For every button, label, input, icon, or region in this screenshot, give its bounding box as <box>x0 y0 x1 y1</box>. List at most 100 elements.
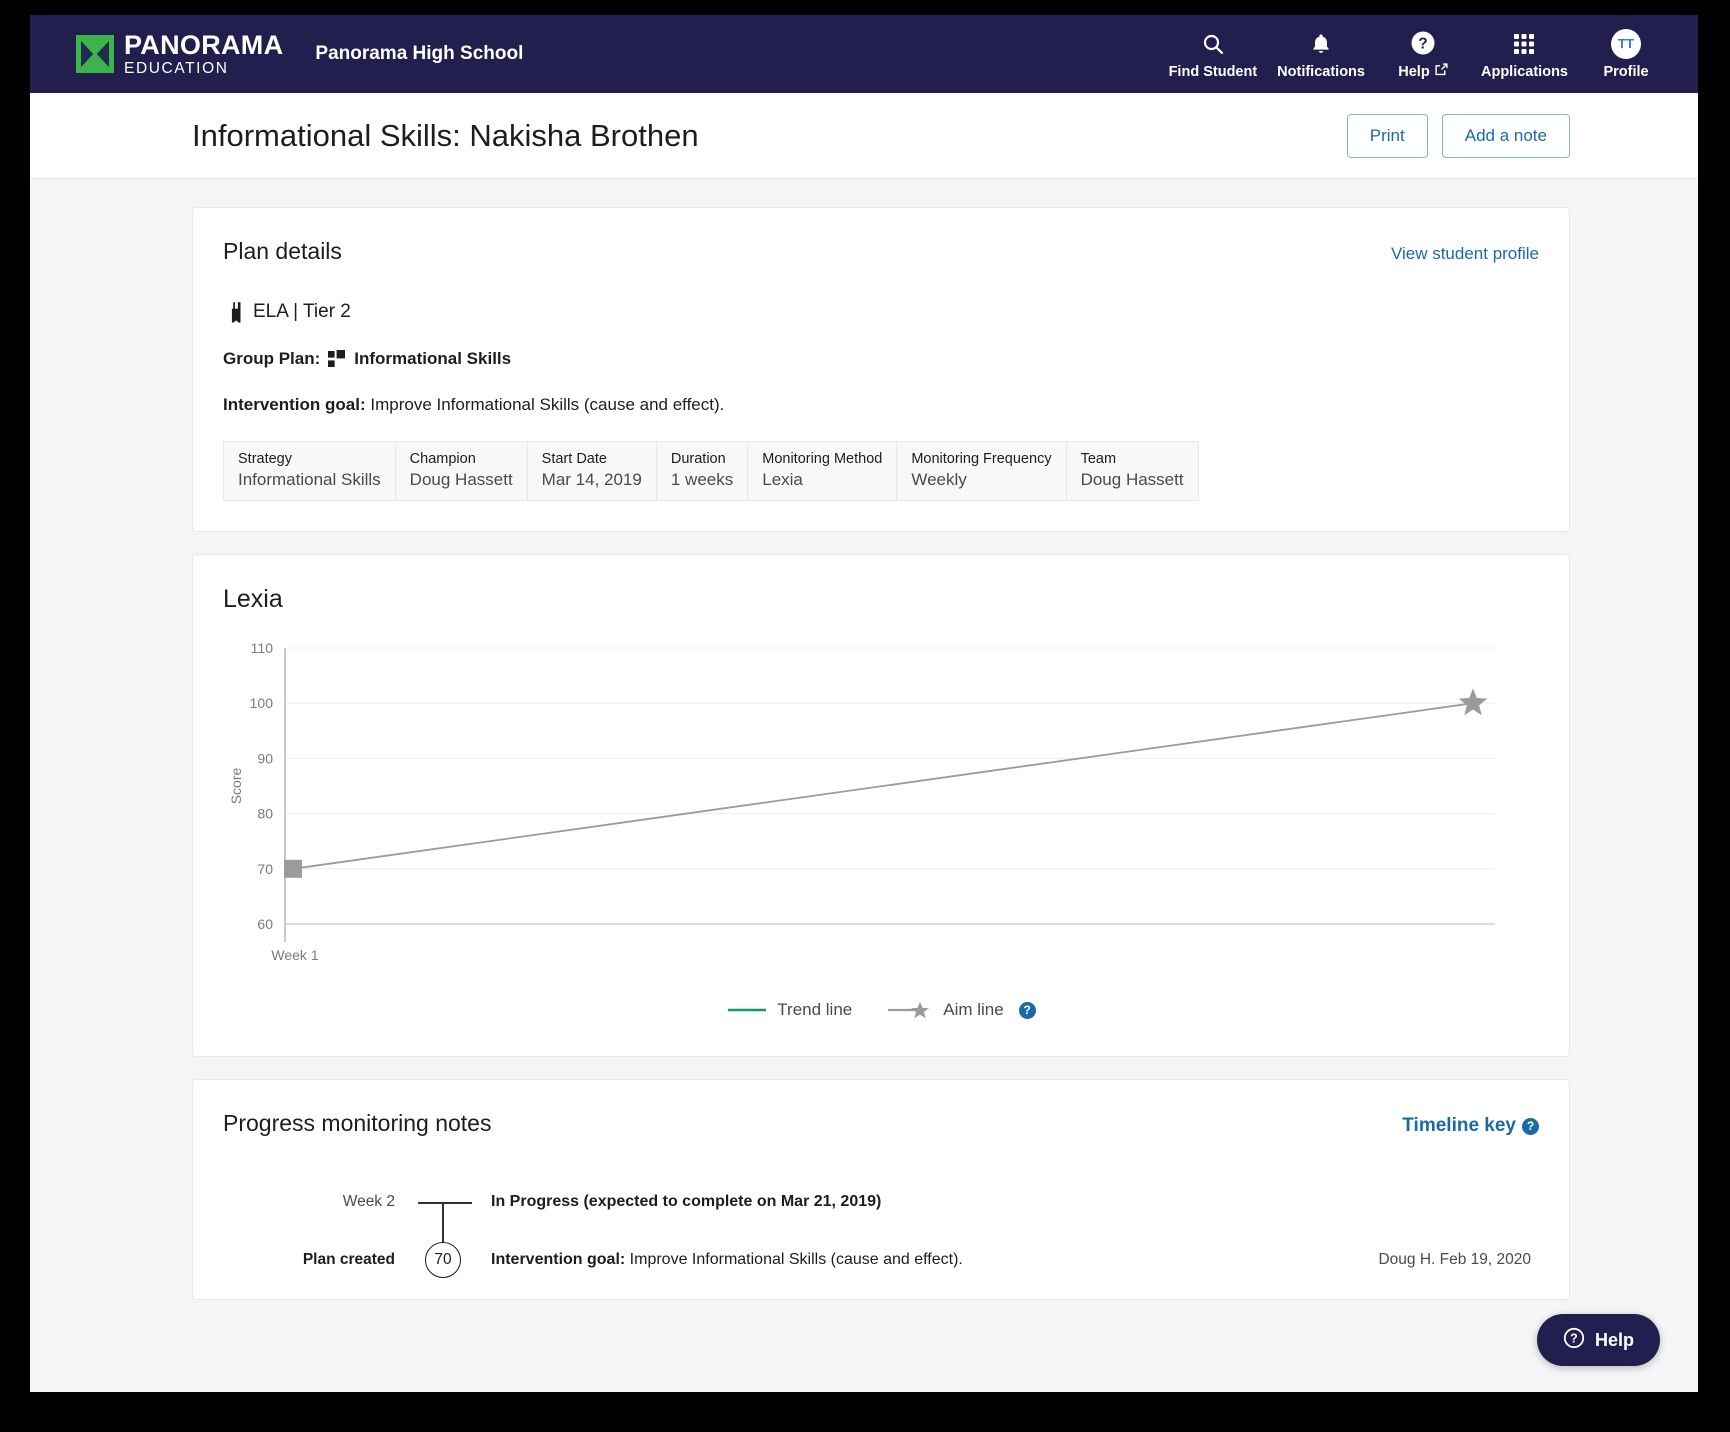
timeline-row-plan-created: Plan created 70 Intervention goal: Impro… <box>223 1231 1539 1289</box>
page-header: Informational Skills: Nakisha Brothen Pr… <box>30 93 1698 179</box>
help-widget-question-icon: ? <box>1563 1327 1585 1354</box>
chip-strategy: Strategy Informational Skills <box>223 441 395 501</box>
timeline-row-plan-created-text: Intervention goal: Improve Informational… <box>473 1251 963 1269</box>
chip-monitoring-frequency-key: Monitoring Frequency <box>911 451 1052 467</box>
avatar: TT <box>1611 28 1641 59</box>
nav-applications-label: Applications <box>1480 63 1568 80</box>
nav-profile-label: Profile <box>1603 63 1649 80</box>
subject-tier-row: ELA | Tier 2 <box>223 301 1539 323</box>
svg-text:Score: Score <box>228 768 244 805</box>
chip-champion-key: Champion <box>409 451 476 467</box>
chart-svg: 60 70 80 90 100 110 Score Week 1 <box>228 640 1495 963</box>
nav-notifications[interactable]: Notifications <box>1267 29 1375 80</box>
timeline-score-value: 70 <box>425 1242 461 1278</box>
timeline-key-help-icon[interactable]: ? <box>1522 1117 1539 1135</box>
timeline-row-week-2-left: Week 2 <box>342 1193 395 1210</box>
chip-duration: Duration 1 weeks <box>655 441 748 501</box>
nav-find-student-label: Find Student <box>1168 63 1258 80</box>
chip-monitoring-method: Monitoring Method Lexia <box>747 441 897 501</box>
timeline-connector-horizontal-1 <box>418 1202 472 1204</box>
page-title: Informational Skills: Nakisha Brothen <box>192 117 699 153</box>
screen: PANORAMA EDUCATION Panorama High School … <box>0 0 1730 1432</box>
group-plan-label: Group Plan: <box>223 349 321 368</box>
aim-line-help-icon[interactable]: ? <box>1018 1001 1036 1019</box>
add-note-button[interactable]: Add a note <box>1441 113 1570 158</box>
chip-monitoring-method-key: Monitoring Method <box>762 451 883 467</box>
chip-team: Team Doug Hassett <box>1065 441 1199 501</box>
chip-team-value: Doug Hassett <box>1080 470 1184 489</box>
chip-strategy-key: Strategy <box>238 451 292 467</box>
progress-monitoring-notes-card: Progress monitoring notes Timeline key ?… <box>192 1079 1570 1300</box>
nav-help[interactable]: ? Help <box>1375 28 1471 80</box>
panorama-logo-mark-icon <box>76 35 114 73</box>
page-header-actions: Print Add a note <box>1346 113 1570 158</box>
group-plan-icon <box>328 350 346 368</box>
timeline-author-timestamp: Doug H. Feb 19, 2020 <box>1378 1251 1531 1268</box>
panorama-logo[interactable]: PANORAMA EDUCATION <box>76 31 283 77</box>
timeline-goal-label: Intervention goal: <box>491 1251 626 1268</box>
intervention-goal-label: Intervention goal: <box>223 395 366 414</box>
svg-text:80: 80 <box>257 806 273 822</box>
group-plan-row: Group Plan: Informational Skills <box>223 349 1539 369</box>
grid-icon <box>1512 29 1536 59</box>
timeline-score-node: 70 <box>413 1242 473 1278</box>
timeline-key-link[interactable]: Timeline key <box>1402 1115 1516 1137</box>
progress-chart-card: Lexia 60 70 80 90 100 110 Score Week 1 Trend li… <box>192 554 1570 1057</box>
plan-details-title: Plan details <box>223 238 342 264</box>
chip-monitoring-frequency: Monitoring Frequency Weekly <box>896 441 1066 501</box>
svg-text:?: ? <box>1418 36 1427 53</box>
timeline-row-week-2-text: In Progress (expected to complete on Mar… <box>473 1193 881 1211</box>
plan-details-header: Plan details View student profile <box>223 238 1539 265</box>
plan-details-card: Plan details View student profile ELA | … <box>192 207 1570 532</box>
timeline-row-week-2: Week 2 In Progress (expected to complete… <box>223 1173 1539 1231</box>
intervention-goal-row: Intervention goal: Improve Informational… <box>223 395 1539 415</box>
bell-icon <box>1309 29 1333 59</box>
subject-tier-text: ELA | Tier 2 <box>253 301 351 322</box>
svg-text:100: 100 <box>250 695 274 711</box>
legend-aim-line-label: Aim line <box>943 1000 1004 1019</box>
group-plan-value: Informational Skills <box>354 349 512 368</box>
chip-team-key: Team <box>1080 451 1117 467</box>
view-student-profile-link[interactable]: View student profile <box>1391 244 1539 264</box>
nav-help-label: Help <box>1398 63 1448 80</box>
chip-strategy-value: Informational Skills <box>238 470 381 489</box>
external-link-icon <box>1435 63 1448 80</box>
chip-duration-value: 1 weeks <box>670 470 734 489</box>
chip-start-date: Start Date Mar 14, 2019 <box>526 441 656 501</box>
notes-timeline: Week 2 In Progress (expected to complete… <box>223 1173 1539 1289</box>
top-navigation-actions: Find Student Notifications ? Help Applic… <box>1159 15 1674 93</box>
aim-line-swatch-icon <box>888 1002 930 1019</box>
notes-title: Progress monitoring notes <box>223 1110 492 1136</box>
chip-monitoring-frequency-value: Weekly <box>911 470 967 489</box>
timeline-row-week-2-status: In Progress (expected to complete on Mar… <box>491 1193 882 1210</box>
svg-text:110: 110 <box>251 640 274 656</box>
school-name: Panorama High School <box>315 43 524 64</box>
chip-champion-value: Doug Hassett <box>409 470 513 489</box>
nav-profile[interactable]: TT Profile <box>1578 28 1674 80</box>
help-widget-label: Help <box>1594 1329 1634 1350</box>
intervention-goal-value: Improve Informational Skills (cause and … <box>370 395 725 414</box>
print-button[interactable]: Print <box>1346 113 1428 158</box>
legend-trend-line-label: Trend line <box>777 1000 853 1019</box>
nav-find-student[interactable]: Find Student <box>1159 29 1268 80</box>
book-icon <box>223 301 243 323</box>
svg-text:?: ? <box>1570 1331 1578 1345</box>
help-widget-button[interactable]: ? Help <box>1536 1314 1660 1366</box>
timeline-row-plan-created-left: Plan created <box>302 1251 395 1268</box>
trend-line-swatch-icon <box>728 1008 767 1012</box>
nav-applications[interactable]: Applications <box>1471 29 1578 80</box>
question-circle-icon: ? <box>1410 28 1436 58</box>
chip-start-date-key: Start Date <box>541 451 607 467</box>
chip-champion: Champion Doug Hassett <box>394 441 527 501</box>
chip-duration-key: Duration <box>670 451 726 467</box>
brand-name-secondary: EDUCATION <box>124 59 229 77</box>
nav-notifications-label: Notifications <box>1277 63 1365 80</box>
chip-monitoring-method-value: Lexia <box>762 470 803 489</box>
avatar-initials: TT <box>1611 28 1641 59</box>
svg-text:Week 1: Week 1 <box>271 947 318 963</box>
browser-viewport: PANORAMA EDUCATION Panorama High School … <box>30 15 1698 1392</box>
top-navigation-bar: PANORAMA EDUCATION Panorama High School … <box>30 15 1698 93</box>
chip-start-date-value: Mar 14, 2019 <box>541 470 642 489</box>
legend-aim-line: Aim line ? <box>886 1000 1036 1020</box>
svg-text:70: 70 <box>257 861 273 877</box>
